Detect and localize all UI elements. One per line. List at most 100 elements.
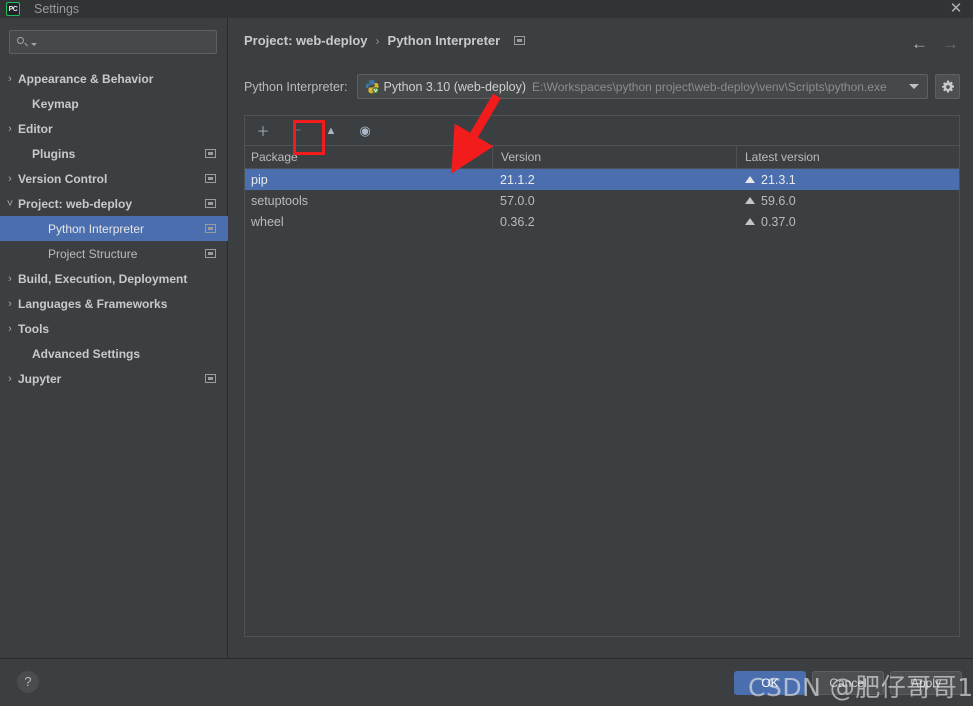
sidebar-item-label: Keymap (32, 96, 79, 111)
packages-panel: ＋ − ▲ ◉ Package Version Latest version pip 2… (244, 115, 960, 637)
packages-toolbar: ＋ − ▲ ◉ (245, 116, 959, 146)
cell-package: wheel (251, 214, 284, 229)
sidebar-item-label: Jupyter (18, 371, 62, 386)
show-early-releases-button[interactable]: ◉ (355, 121, 375, 141)
sidebar-item-jupyter[interactable]: › Jupyter (0, 366, 228, 391)
table-row[interactable]: wheel 0.36.2 0.37.0 (245, 211, 959, 232)
sidebar-item-label: Project: web-deploy (18, 196, 133, 211)
modified-settings-icon (205, 149, 216, 158)
cell-package: setuptools (251, 193, 308, 208)
sidebar-item-plugins[interactable]: Plugins (0, 141, 228, 166)
pycharm-logo-icon: PC (6, 2, 20, 16)
interpreter-path: E:\Workspaces\python project\web-deploy\… (531, 79, 887, 94)
sidebar-item-keymap[interactable]: Keymap (0, 91, 228, 116)
add-package-button[interactable]: ＋ (253, 121, 273, 141)
close-icon[interactable]: ✕ (945, 0, 967, 18)
upgrade-available-icon (745, 176, 755, 183)
interpreter-name: Python 3.10 (web-deploy) (383, 79, 526, 94)
table-row[interactable]: setuptools 57.0.0 59.6.0 (245, 190, 959, 211)
column-header-version[interactable]: Version (492, 146, 736, 168)
chevron-right-icon[interactable]: › (4, 323, 16, 335)
sidebar-item-label: Plugins (32, 146, 76, 161)
settings-content-panel: Project: web-deploy › Python Interpreter… (228, 18, 973, 658)
navigation-arrows: ← → (911, 34, 959, 54)
cancel-button[interactable]: Cancel (812, 671, 884, 695)
cell-package: pip (251, 172, 268, 187)
cell-version: 0.36.2 (500, 214, 535, 229)
gear-icon[interactable] (935, 74, 960, 99)
sidebar-item-label: Advanced Settings (32, 346, 141, 361)
search-icon (16, 35, 30, 49)
modified-settings-icon (205, 199, 216, 208)
modified-settings-icon (205, 174, 216, 183)
sidebar-item-version-control[interactable]: › Version Control (0, 166, 228, 191)
search-box[interactable] (9, 30, 217, 54)
sidebar-item-label: Appearance & Behavior (18, 71, 154, 86)
cell-latest-version: 59.6.0 (736, 194, 959, 208)
sidebar-item-project-structure[interactable]: Project Structure (0, 241, 228, 266)
breadcrumb-project[interactable]: Project: web-deploy (244, 33, 368, 48)
sidebar-item-tools[interactable]: › Tools (0, 316, 228, 341)
sidebar-item-editor[interactable]: › Editor (0, 116, 228, 141)
sidebar-item-advanced-settings[interactable]: Advanced Settings (0, 341, 228, 366)
help-question-icon[interactable]: ? (17, 671, 39, 693)
modified-settings-icon (205, 224, 216, 233)
modified-settings-icon (205, 249, 216, 258)
sidebar-item-label: Python Interpreter (48, 221, 145, 236)
settings-tree: › Appearance & Behavior Keymap › Editor Plugi… (0, 66, 228, 391)
cell-version: 21.1.2 (500, 172, 535, 187)
breadcrumb-page: Python Interpreter (387, 33, 501, 48)
apply-button[interactable]: Apply (890, 671, 962, 695)
arrow-right-icon[interactable]: → (942, 34, 959, 54)
column-header-package[interactable]: Package (245, 150, 492, 164)
sidebar-item-label: Build, Execution, Deployment (18, 271, 188, 286)
cell-latest-version: 0.37.0 (736, 215, 959, 229)
packages-table-body: pip 21.1.2 21.3.1 setuptools 57.0.0 59.6.0 whe… (245, 169, 959, 232)
modified-settings-icon (514, 36, 526, 45)
interpreter-row: Python Interpreter: Python 3.10 (web-dep… (244, 74, 960, 99)
window-title-bar: PC Settings ✕ (0, 0, 973, 18)
chevron-down-icon[interactable]: ˅ (4, 198, 16, 210)
sidebar-item-project-web-deploy[interactable]: ˅ Project: web-deploy (0, 191, 228, 216)
window-title: Settings (34, 2, 80, 16)
minus-icon: − (292, 122, 302, 139)
sidebar-item-label: Editor (18, 121, 53, 136)
modified-settings-icon (205, 374, 216, 383)
sidebar-item-appearance-behavior[interactable]: › Appearance & Behavior (0, 66, 228, 91)
breadcrumb-separator: › (375, 33, 380, 48)
chevron-right-icon[interactable]: › (4, 298, 16, 310)
packages-table-header: Package Version Latest version (245, 146, 959, 169)
sidebar-item-label: Tools (18, 321, 50, 336)
chevron-right-icon[interactable]: › (4, 123, 16, 135)
plus-icon: ＋ (256, 124, 270, 139)
upgrade-arrow-icon: ▲ (325, 124, 337, 137)
latest-version-text: 59.6.0 (761, 193, 796, 208)
upgrade-available-icon (745, 197, 755, 204)
column-header-latest-version[interactable]: Latest version (736, 146, 959, 168)
table-row[interactable]: pip 21.1.2 21.3.1 (245, 169, 959, 190)
arrow-left-icon[interactable]: ← (911, 34, 928, 54)
cell-latest-version: 21.3.1 (736, 173, 959, 187)
upgrade-package-button[interactable]: ▲ (321, 121, 341, 141)
remove-package-button: − (287, 121, 307, 141)
sidebar-item-languages-frameworks[interactable]: › Languages & Frameworks (0, 291, 228, 316)
ok-button[interactable]: OK (734, 671, 806, 695)
chevron-right-icon[interactable]: › (4, 273, 16, 285)
settings-sidebar: › Appearance & Behavior Keymap › Editor Plugi… (0, 18, 228, 658)
chevron-right-icon[interactable]: › (4, 73, 16, 85)
chevron-right-icon[interactable]: › (4, 373, 16, 385)
sidebar-item-label: Languages & Frameworks (18, 296, 168, 311)
sidebar-item-build-execution-deployment[interactable]: › Build, Execution, Deployment (0, 266, 228, 291)
dialog-bottom-bar: ? OK Cancel Apply (0, 658, 973, 706)
chevron-right-icon[interactable]: › (4, 173, 16, 185)
chevron-down-icon[interactable] (909, 84, 919, 89)
breadcrumb: Project: web-deploy › Python Interpreter (244, 33, 526, 48)
sidebar-item-python-interpreter[interactable]: Python Interpreter (0, 216, 228, 241)
interpreter-combo[interactable]: Python 3.10 (web-deploy) E:\Workspaces\p… (356, 74, 928, 99)
sidebar-item-label: Version Control (18, 171, 108, 186)
python-venv-icon (364, 79, 379, 94)
cell-version: 57.0.0 (500, 193, 535, 208)
search-input[interactable] (37, 34, 216, 50)
latest-version-text: 21.3.1 (761, 172, 796, 187)
upgrade-available-icon (745, 218, 755, 225)
